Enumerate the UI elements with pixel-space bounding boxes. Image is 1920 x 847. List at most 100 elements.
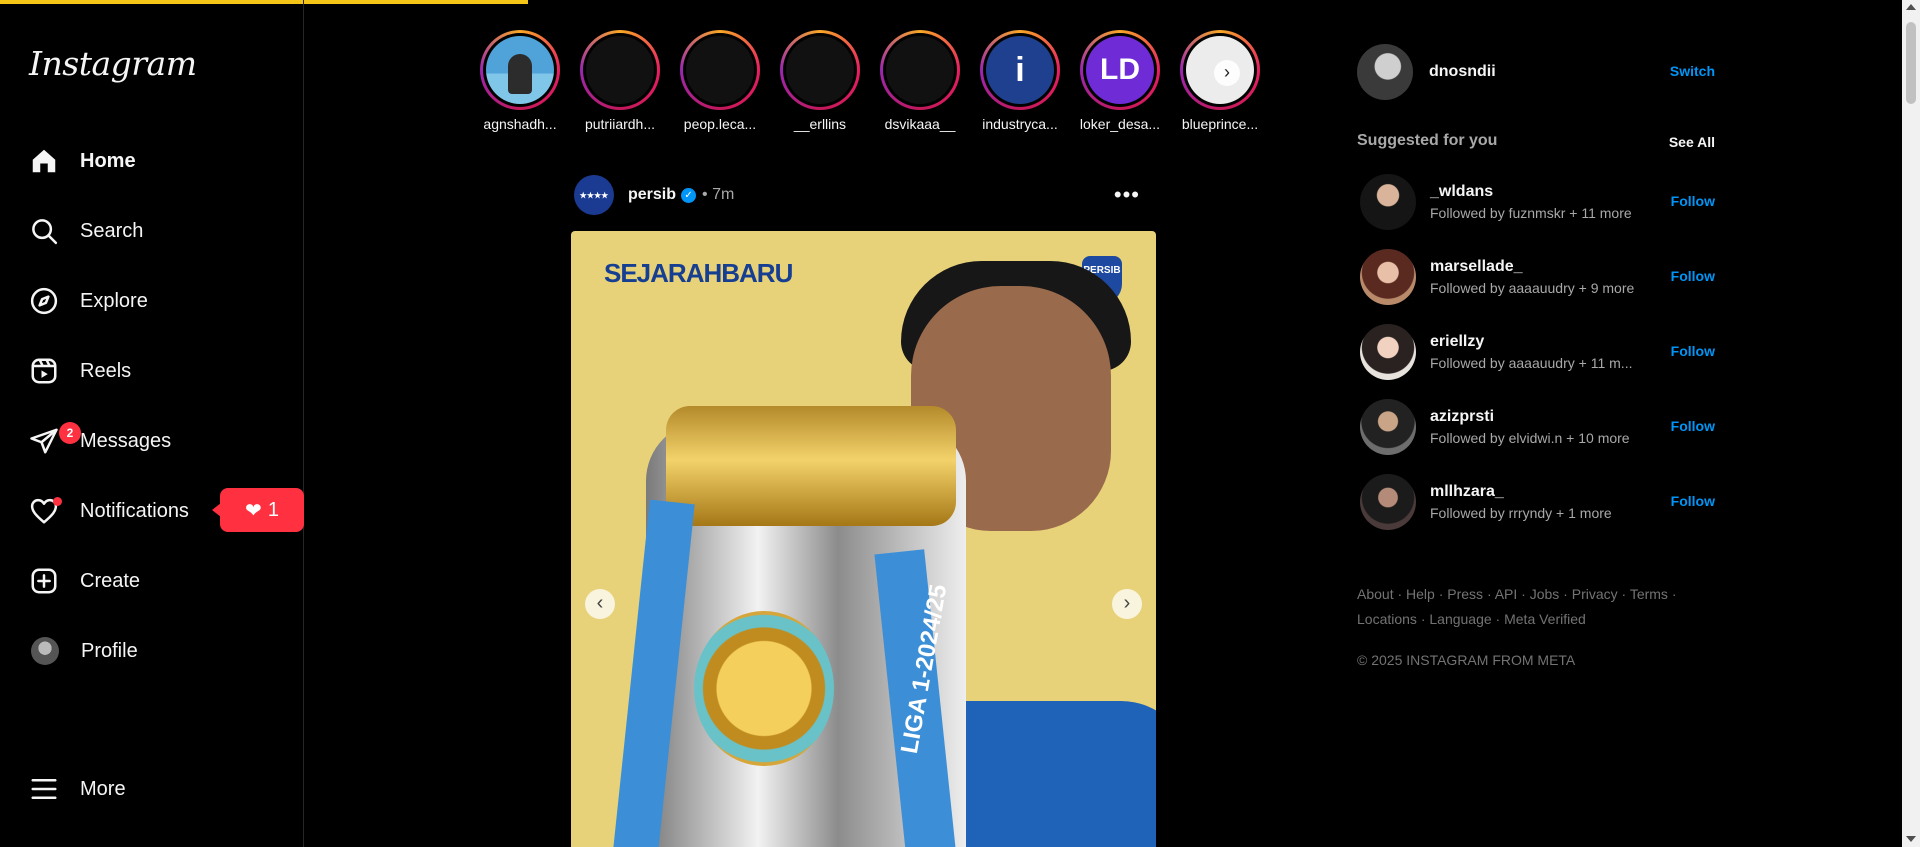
notification-popup[interactable]: ❤ 1 (212, 488, 304, 532)
current-user: dnosndii Switch (1357, 44, 1717, 100)
nav-item-search[interactable]: Search (16, 202, 288, 260)
nav-label-home: Home (80, 149, 136, 172)
post-avatar[interactable]: ★★★★ (574, 175, 614, 215)
suggested-username[interactable]: eriellzy (1430, 333, 1632, 351)
nav-label-messages: Messages (80, 429, 172, 452)
follow-button[interactable]: Follow (1671, 268, 1715, 284)
nav-item-profile[interactable]: Profile (16, 622, 288, 680)
suggested-mutuals: Followed by fuznmskr + 11 more (1430, 205, 1632, 221)
story-username: agnshadh... (483, 116, 557, 132)
suggested-user: azizprsti Followed by elvidwi.n + 10 more… (1357, 399, 1717, 455)
story-avatar: LD (1086, 36, 1154, 104)
nav-label-more: More (80, 777, 126, 800)
avatar[interactable] (1360, 174, 1416, 230)
heart-filled-icon: ❤ (245, 499, 262, 522)
nav-item-reels[interactable]: Reels (16, 342, 288, 400)
footer-links-line-2[interactable]: Locations · Language · Meta Verified (1357, 607, 1677, 632)
nav-item-home[interactable]: Home (16, 132, 288, 190)
post-time-value[interactable]: 7m (712, 186, 734, 203)
footer-links-line-1[interactable]: About · Help · Press · API · Jobs · Priv… (1357, 582, 1677, 607)
scroll-up-icon[interactable] (1906, 4, 1916, 10)
switch-account-link[interactable]: Switch (1670, 63, 1715, 79)
story-ring (680, 30, 760, 110)
more-options-icon[interactable]: ••• (1114, 182, 1140, 208)
sidebar: Instagram Home Search Explore Reels 2 Me… (0, 0, 304, 847)
story-username: putriiardh... (584, 116, 656, 132)
story-avatar (686, 36, 754, 104)
stories-next-arrow-icon[interactable]: › (1214, 60, 1240, 86)
story-item[interactable]: __erllins (770, 30, 870, 132)
story-item[interactable]: putriiardh... (570, 30, 670, 132)
follow-button[interactable]: Follow (1671, 493, 1715, 509)
story-avatar: i (986, 36, 1054, 104)
instagram-logo[interactable]: Instagram (29, 44, 197, 83)
nav-item-more[interactable]: More (16, 760, 288, 818)
plus-square-icon (29, 566, 59, 596)
nav-item-explore[interactable]: Explore (16, 272, 288, 330)
story-ring: LD (1080, 30, 1160, 110)
nav-item-notifications[interactable]: Notifications ❤ 1 (16, 482, 304, 540)
avatar[interactable] (1360, 399, 1416, 455)
suggested-user: eriellzy Followed by aaaauudry + 11 m... … (1357, 324, 1717, 380)
suggested-title: Suggested for you (1357, 132, 1498, 149)
suggested-header: Suggested for you See All (1357, 132, 1717, 150)
story-item[interactable]: i industryca... (970, 30, 1070, 132)
nav-label-reels: Reels (80, 359, 132, 382)
story-item[interactable]: LD loker_desa... (1070, 30, 1170, 132)
notification-count: 1 (267, 498, 279, 521)
scrollbar-thumb[interactable] (1906, 22, 1916, 104)
story-item[interactable]: peop.leca... (670, 30, 770, 132)
story-avatar (586, 36, 654, 104)
carousel-next-icon[interactable]: › (1112, 589, 1142, 619)
current-username[interactable]: dnosndii (1429, 63, 1496, 81)
story-avatar (786, 36, 854, 104)
nav-item-create[interactable]: Create (16, 552, 288, 610)
suggested-username[interactable]: _wldans (1430, 183, 1632, 201)
follow-button[interactable]: Follow (1671, 193, 1715, 209)
verified-badge-icon: ✓ (681, 187, 697, 203)
story-item[interactable]: agnshadh... (470, 30, 570, 132)
nav-item-messages[interactable]: 2 Messages (16, 412, 288, 470)
follow-button[interactable]: Follow (1671, 418, 1715, 434)
avatar[interactable] (1360, 474, 1416, 530)
story-ring (480, 30, 560, 110)
reels-icon (29, 356, 59, 386)
suggested-mutuals: Followed by rrryndy + 1 more (1430, 505, 1612, 521)
scrollbar[interactable] (1902, 0, 1920, 847)
avatar[interactable] (1357, 44, 1413, 100)
story-ring (880, 30, 960, 110)
story-item[interactable]: dsvikaaa__ (870, 30, 970, 132)
footer-links: About · Help · Press · API · Jobs · Priv… (1357, 582, 1677, 632)
copyright: © 2025 INSTAGRAM FROM META (1357, 652, 1576, 668)
scroll-down-icon[interactable] (1906, 836, 1916, 842)
avatar[interactable] (1360, 324, 1416, 380)
suggested-username[interactable]: mllhzara_ (1430, 483, 1612, 501)
post-header: ★★★★ persib ✓ • 7m ••• (574, 174, 1154, 216)
story-username: industryca... (982, 116, 1058, 132)
story-avatar (886, 36, 954, 104)
post-time-separator: • (702, 186, 708, 203)
messages-badge: 2 (59, 422, 81, 444)
menu-icon (29, 774, 59, 804)
suggested-username[interactable]: azizprsti (1430, 408, 1630, 426)
story-ring: i (980, 30, 1060, 110)
post-username[interactable]: persib (628, 186, 676, 204)
story-username: loker_desa... (1079, 116, 1161, 132)
avatar[interactable] (1360, 249, 1416, 305)
nav-label-explore: Explore (80, 289, 148, 312)
nav-label-search: Search (80, 219, 144, 242)
suggested-username[interactable]: marsellade_ (1430, 258, 1634, 276)
carousel-prev-icon[interactable]: ‹ (585, 589, 615, 619)
suggested-mutuals: Followed by aaaauudry + 9 more (1430, 280, 1635, 296)
home-icon (29, 146, 59, 176)
image-trophy-medal (694, 611, 834, 766)
follow-button[interactable]: Follow (1671, 343, 1715, 359)
compass-icon (29, 286, 59, 316)
notification-dot (53, 497, 62, 506)
suggested-mutuals: Followed by aaaauudry + 11 m... (1430, 355, 1633, 371)
nav-more-section: More (16, 760, 288, 830)
see-all-link[interactable]: See All (1669, 134, 1715, 150)
post-image[interactable]: SEJARAHBARU PERSIB LIGA 1-2024/25 ‹ › (571, 231, 1156, 847)
story-username: peop.leca... (683, 116, 757, 132)
avatar (31, 637, 59, 665)
